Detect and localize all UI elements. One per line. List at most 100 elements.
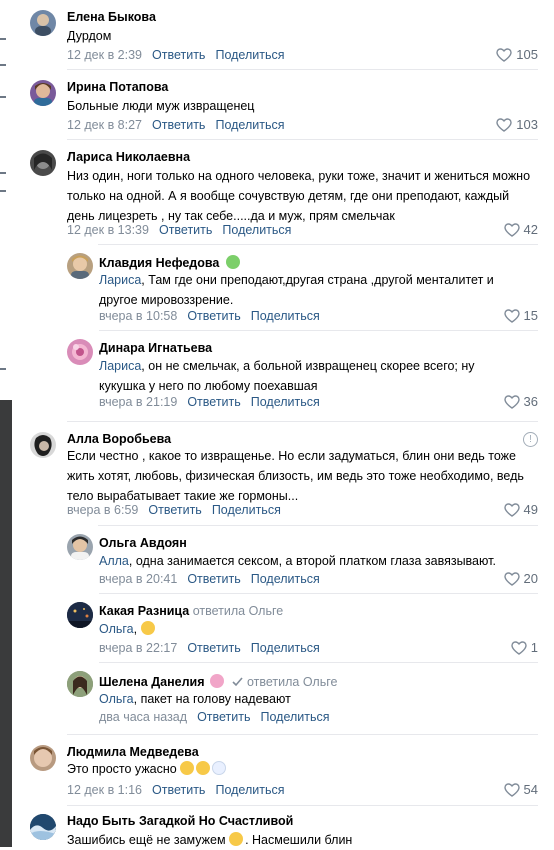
reply-button[interactable]: Ответить [152,48,205,62]
share-button[interactable]: Поделиться [215,48,284,62]
comment-author[interactable]: Алла Воробьева [67,432,171,446]
comment-meta: 12 дек в 8:27 Ответить Поделиться [67,118,284,132]
share-button[interactable]: Поделиться [261,710,330,724]
reply-author[interactable]: Динара Игнатьева [99,341,212,355]
comment-author[interactable]: Ирина Потапова [67,80,168,94]
report-icon[interactable]: ! [523,432,538,447]
verified-check-icon [232,677,244,687]
comment-body: Зашибись ещё не замужем [67,833,226,847]
like-count: 36 [523,394,538,409]
comment-time[interactable]: вчера в 6:59 [67,503,138,517]
comment-author[interactable]: Надо Быть Загадкой Но Счастливой [67,814,293,828]
comment-meta: вчера в 6:59 Ответить Поделиться [67,503,281,517]
like-button[interactable]: 103 [496,117,538,132]
reply-body: , Там где они преподают,другая страна ,д… [99,273,494,307]
divider [98,244,538,245]
divider [67,421,538,422]
avatar[interactable] [30,745,56,771]
comment-author[interactable]: Лариса Николаевна [67,150,190,164]
share-button[interactable]: Поделиться [251,395,320,409]
reply-body: , одна занимается сексом, а второй платк… [128,554,496,568]
reply-mention[interactable]: Лариса [99,359,141,373]
thinking-emoji-icon [180,761,195,775]
like-button[interactable]: 42 [503,222,538,237]
share-button[interactable]: Поделиться [222,223,291,237]
avatar[interactable] [30,432,56,458]
strip-mark [0,368,6,370]
avatar[interactable] [30,150,56,176]
replied-to[interactable]: ответила Ольге [247,675,338,689]
reply-button[interactable]: Ответить [187,395,240,409]
like-button[interactable]: 54 [503,782,538,797]
reply-button[interactable]: Ответить [187,309,240,323]
share-button[interactable]: Поделиться [251,641,320,655]
reply-body: , он не смельчак, а больной извращенец с… [99,359,475,393]
reply-mention[interactable]: Ольга [99,692,134,706]
like-count: 54 [523,782,538,797]
reply-time[interactable]: вчера в 20:41 [99,572,177,586]
avatar[interactable] [30,10,56,36]
divider [99,593,538,594]
reply-button[interactable]: Ответить [159,223,212,237]
comment-meta: 12 дек в 13:39 Ответить Поделиться [67,223,291,237]
reply-mention[interactable]: Ольга [99,622,134,636]
replied-to[interactable]: ответила Ольге [193,604,284,618]
reply-button[interactable]: Ответить [152,783,205,797]
cat-emoji-icon [209,674,224,688]
share-button[interactable]: Поделиться [251,309,320,323]
reply-time[interactable]: вчера в 21:19 [99,395,177,409]
reply-author[interactable]: Ольга Авдоян [99,536,187,550]
avatar[interactable] [67,534,93,560]
reply-text: Ольга, пакет на голову надевают [99,689,291,709]
comment-text: Это просто ужасно [67,759,228,779]
share-button[interactable]: Поделиться [251,572,320,586]
comment-author[interactable]: Елена Быкова [67,10,156,24]
like-button[interactable]: 20 [503,571,538,586]
reply-author-name[interactable]: Клавдия Нефедова [99,256,219,270]
reply-button[interactable]: Ответить [187,572,240,586]
reply-mention[interactable]: Алла [99,554,129,568]
heart-icon [503,223,520,237]
avatar[interactable] [67,339,93,365]
reply-author-name[interactable]: Какая Разница [99,604,189,618]
heart-icon [503,783,520,797]
unamused-emoji-icon [196,761,211,775]
heart-icon [503,503,520,517]
share-button[interactable]: Поделиться [212,503,281,517]
share-button[interactable]: Поделиться [215,118,284,132]
reply-button[interactable]: Ответить [187,641,240,655]
reply-button[interactable]: Ответить [148,503,201,517]
like-button[interactable]: 105 [496,47,538,62]
like-button[interactable]: 49 [503,502,538,517]
comment-time[interactable]: 12 дек в 8:27 [67,118,142,132]
like-button[interactable]: 1 [511,640,538,655]
reply-text: Лариса, он не смельчак, а больной извращ… [99,356,519,396]
avatar[interactable] [67,602,93,628]
share-button[interactable]: Поделиться [215,783,284,797]
like-button[interactable]: 15 [503,308,538,323]
reply-meta: вчера в 22:17 Ответить Поделиться [99,641,320,655]
divider [99,662,538,663]
divider [98,525,538,526]
comment-author[interactable]: Людмила Медведева [67,745,199,759]
avatar[interactable] [30,814,56,840]
reply-author: Клавдия Нефедова [99,255,242,270]
comment-time[interactable]: 12 дек в 2:39 [67,48,142,62]
like-button[interactable]: 36 [503,394,538,409]
reply-time[interactable]: вчера в 22:17 [99,641,177,655]
avatar[interactable] [67,671,93,697]
comment-time[interactable]: 12 дек в 1:16 [67,783,142,797]
reply-button[interactable]: Ответить [152,118,205,132]
avatar[interactable] [30,80,56,106]
reply-text: Ольга, [99,619,157,639]
reply-time[interactable]: два часа назад [99,710,187,724]
laughing-emoji-icon [140,621,155,635]
comment-time[interactable]: 12 дек в 13:39 [67,223,149,237]
reply-time[interactable]: вчера в 10:58 [99,309,177,323]
like-count: 1 [530,640,538,655]
avatar[interactable] [67,253,93,279]
reply-button[interactable]: Ответить [197,710,250,724]
reply-author-name[interactable]: Шелена Данелия [99,675,205,689]
reply-mention[interactable]: Лариса [99,273,141,287]
reply-body: , пакет на голову надевают [133,692,291,706]
